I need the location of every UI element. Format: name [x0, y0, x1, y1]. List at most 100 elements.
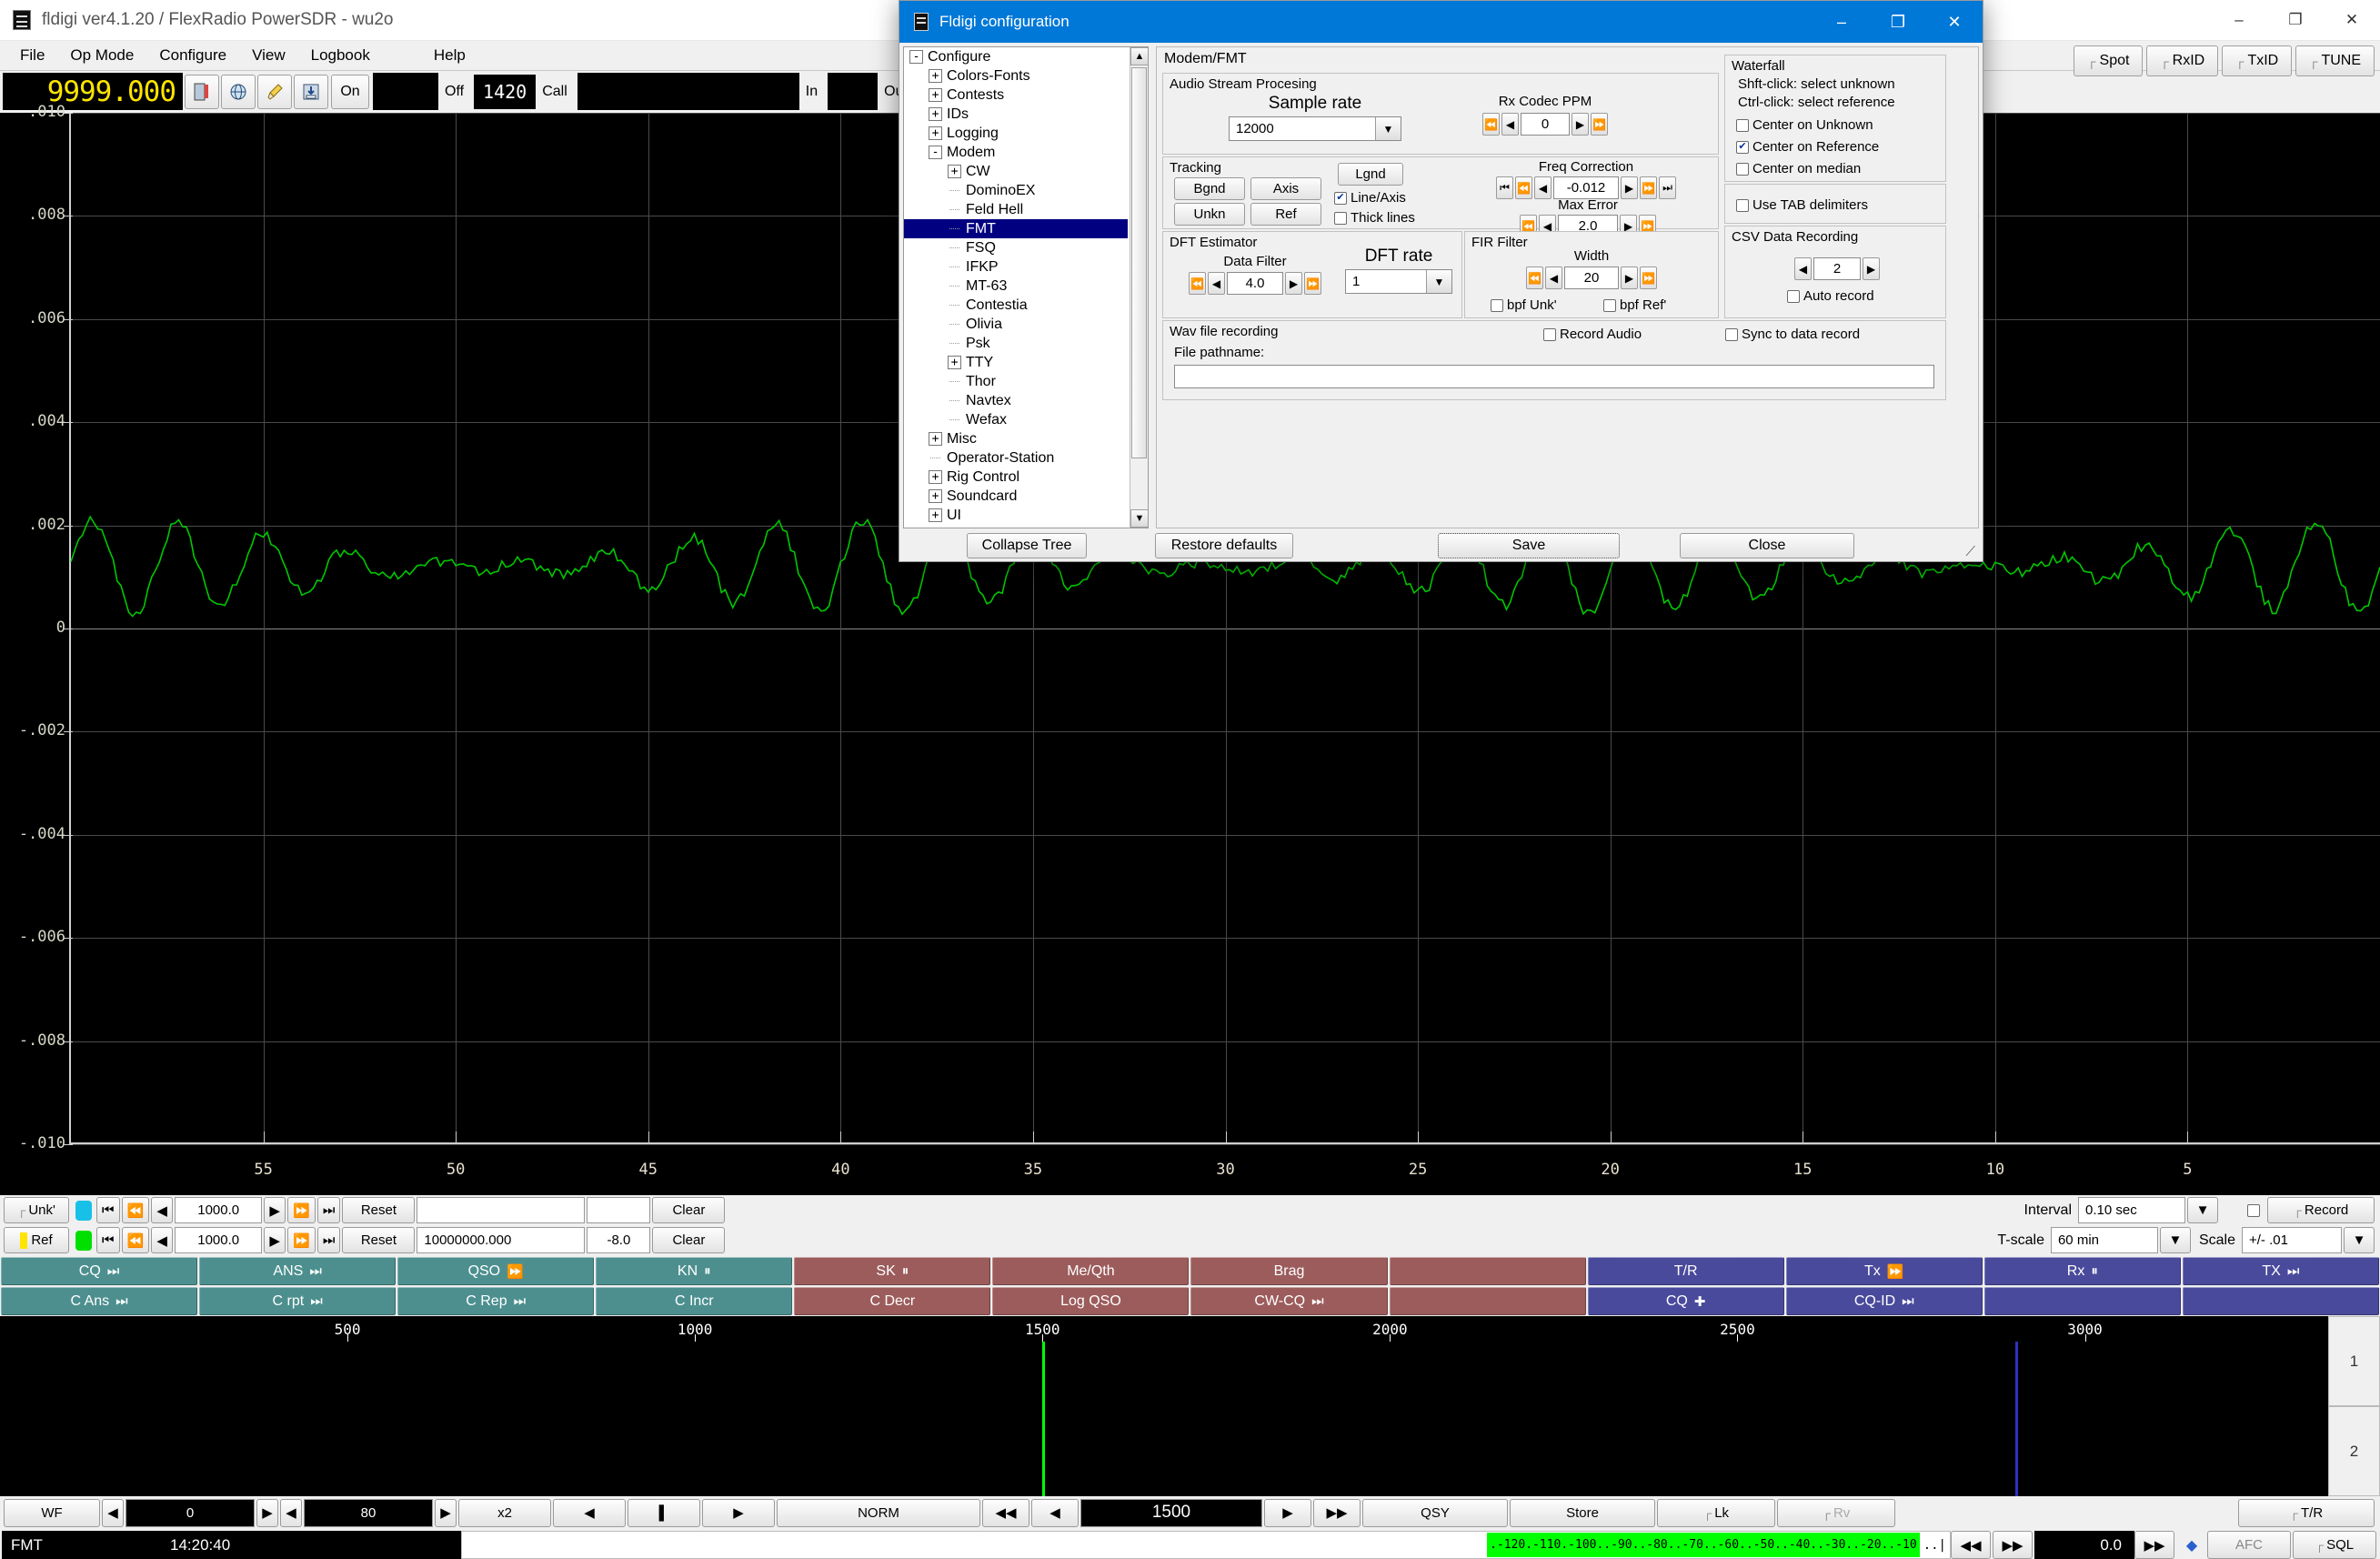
- tscale-dropdown-icon[interactable]: ▼: [2159, 1227, 2191, 1253]
- freq-corr-down-icon[interactable]: ◀: [1534, 176, 1552, 199]
- chevron-down-icon[interactable]: ▼: [1426, 270, 1451, 293]
- ref-reset-button[interactable]: Reset: [342, 1227, 416, 1253]
- maximize-icon[interactable]: ❐: [2267, 0, 2324, 41]
- wf-mode-button[interactable]: WF: [4, 1498, 100, 1527]
- config-maximize-icon[interactable]: ❐: [1870, 1, 1926, 43]
- config-tree-item-navtex[interactable]: Navtex: [904, 391, 1148, 410]
- unkn-button[interactable]: Unkn: [1174, 203, 1245, 226]
- status-next-button[interactable]: ▶▶: [1993, 1531, 2033, 1559]
- close-icon[interactable]: ✕: [2324, 0, 2380, 41]
- scroll-up-icon[interactable]: ▲: [1130, 47, 1148, 65]
- config-tree-item-psk[interactable]: Psk: [904, 334, 1148, 353]
- rx-codec-down-icon[interactable]: ◀: [1501, 113, 1519, 136]
- ref-fast-back-button[interactable]: ⏪: [121, 1227, 150, 1253]
- config-tree-item-tty[interactable]: + TTY: [904, 353, 1148, 372]
- data-filter-down-icon[interactable]: ◀: [1208, 272, 1225, 295]
- macro-button-tx[interactable]: TX ⏭: [2182, 1257, 2379, 1285]
- macro-button-c-rpt[interactable]: C rpt ⏭: [199, 1287, 397, 1315]
- config-tree-item-modem[interactable]: - Modem: [904, 143, 1148, 162]
- status-forward-button[interactable]: ▶▶: [2134, 1531, 2174, 1559]
- config-tree-item-fmt[interactable]: FMT: [904, 219, 1128, 238]
- macro-button-c-incr[interactable]: C Incr: [596, 1287, 793, 1315]
- config-close-icon[interactable]: ✕: [1926, 1, 1983, 43]
- axis-button[interactable]: Axis: [1250, 177, 1321, 200]
- menu-file[interactable]: File: [7, 43, 57, 68]
- ref-freq-field[interactable]: 10000000.000: [417, 1227, 586, 1253]
- wf-rewind-button[interactable]: ◀◀: [982, 1498, 1029, 1527]
- qsy-button[interactable]: QSY: [1362, 1498, 1508, 1527]
- ref-forward-button[interactable]: ▶: [264, 1227, 286, 1253]
- fir-width-fastup-icon[interactable]: ⏩: [1640, 267, 1657, 289]
- wf-norm-button[interactable]: NORM: [777, 1498, 980, 1527]
- expand-node-icon[interactable]: +: [929, 88, 942, 102]
- sql-button[interactable]: ┌ SQL: [2293, 1531, 2376, 1559]
- auto-record-checkbox[interactable]: [1787, 289, 1800, 303]
- center-reference-checkbox[interactable]: [1736, 140, 1749, 154]
- wf-scroll-right-button[interactable]: ▶: [702, 1498, 775, 1527]
- rx-codec-up-icon[interactable]: ▶: [1572, 113, 1589, 136]
- center-unknown-checkbox-row[interactable]: Center on Unknown: [1736, 117, 1873, 133]
- config-tree-item-misc[interactable]: + Misc: [904, 429, 1148, 448]
- interval-value[interactable]: 0.10 sec: [2078, 1197, 2185, 1223]
- macro-button-empty-10[interactable]: [1983, 1287, 2181, 1315]
- bpf-ref-checkbox[interactable]: [1603, 298, 1616, 312]
- macro-button-c-rep[interactable]: C Rep ⏭: [397, 1287, 595, 1315]
- unk-value-field[interactable]: 1000.0: [175, 1197, 263, 1223]
- expand-node-icon[interactable]: +: [948, 165, 961, 178]
- sync-data-checkbox[interactable]: [1725, 327, 1738, 341]
- expand-node-icon[interactable]: +: [948, 356, 961, 369]
- tune-button[interactable]: ┌ TUNE: [2295, 45, 2375, 76]
- store-button[interactable]: Store: [1510, 1498, 1655, 1527]
- record-audio-checkbox-row[interactable]: Record Audio: [1543, 327, 1642, 342]
- minimize-icon[interactable]: –: [2211, 0, 2267, 41]
- in-field[interactable]: [828, 73, 879, 110]
- config-tree-item-ifkp[interactable]: IFKP: [904, 257, 1148, 277]
- csv-down-icon[interactable]: ◀: [1794, 257, 1812, 280]
- sample-rate-combo[interactable]: 12000 ▼: [1229, 116, 1401, 141]
- config-tree-panel[interactable]: - Configure + Colors-Fonts + Contests + IDs + Log…: [903, 46, 1149, 528]
- menu-logbook[interactable]: Logbook: [298, 43, 383, 68]
- paintbrush-icon[interactable]: [257, 74, 292, 109]
- data-filter-fastdown-icon[interactable]: ⏪: [1189, 272, 1206, 295]
- ref-back-button[interactable]: ◀: [151, 1227, 174, 1253]
- collapse-node-icon[interactable]: -: [929, 146, 942, 159]
- expand-node-icon[interactable]: +: [929, 489, 942, 503]
- config-tree-item-configure[interactable]: - Configure: [904, 47, 1148, 66]
- config-tree-item-contestia[interactable]: Contestia: [904, 296, 1148, 315]
- wf-range-up-button[interactable]: ▶: [435, 1498, 457, 1527]
- menu-configure[interactable]: Configure: [146, 43, 239, 68]
- ref-button[interactable]: Ref: [1250, 203, 1321, 226]
- macro-button-cq-id[interactable]: CQ-ID ⏭: [1785, 1287, 1983, 1315]
- freq-correction-value[interactable]: -0.012: [1553, 176, 1619, 199]
- freq-corr-home-icon[interactable]: ⏮: [1496, 176, 1513, 199]
- unk-reset-button[interactable]: Reset: [342, 1197, 416, 1223]
- data-filter-value[interactable]: 4.0: [1227, 272, 1283, 295]
- unk-fast-forward-button[interactable]: ⏩: [287, 1197, 316, 1223]
- unk-clear-button[interactable]: Clear: [652, 1197, 726, 1223]
- wf-level-down-button[interactable]: ◀: [102, 1498, 124, 1527]
- restore-defaults-button[interactable]: Restore defaults: [1155, 533, 1293, 558]
- config-tree-item-ui[interactable]: + UI: [904, 506, 1148, 525]
- freq-corr-fastdown-icon[interactable]: ⏪: [1515, 176, 1532, 199]
- csv-value[interactable]: 2: [1813, 257, 1861, 280]
- unk-forward-button[interactable]: ▶: [264, 1197, 286, 1223]
- config-tree-item-operator-station[interactable]: Operator-Station: [904, 448, 1148, 468]
- globe-icon[interactable]: [221, 74, 256, 109]
- wf-level-up-button[interactable]: ▶: [256, 1498, 278, 1527]
- wf-pause-button[interactable]: ▌: [628, 1498, 700, 1527]
- call-field[interactable]: [577, 73, 799, 110]
- expand-node-icon[interactable]: +: [929, 69, 942, 83]
- record-audio-checkbox[interactable]: [1543, 327, 1556, 341]
- ref-last-button[interactable]: ⏭: [316, 1227, 341, 1253]
- save-icon[interactable]: [294, 74, 328, 109]
- scale-value[interactable]: +/- .01: [2242, 1227, 2342, 1253]
- resize-grip-icon[interactable]: ⟋: [1965, 544, 1975, 559]
- line-axis-checkbox-row[interactable]: Line/Axis: [1334, 190, 1406, 206]
- macro-button-empty-11[interactable]: [2182, 1287, 2379, 1315]
- ref-level-field[interactable]: -8.0: [587, 1227, 651, 1253]
- rig-control-icon[interactable]: [185, 74, 219, 109]
- wf-zoom-button[interactable]: x2: [458, 1498, 551, 1527]
- macro-button-qso[interactable]: QSO ⏩: [397, 1257, 595, 1285]
- fir-width-value[interactable]: 20: [1564, 267, 1619, 289]
- macro-button-cq[interactable]: CQ ⏭: [1, 1257, 198, 1285]
